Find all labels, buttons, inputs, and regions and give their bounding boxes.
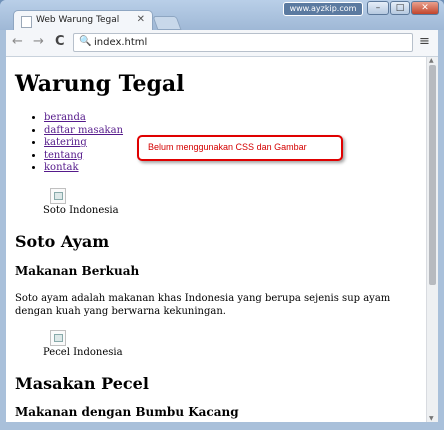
image-caption-pecel: Pecel Indonesia — [43, 347, 123, 358]
scrollbar-thumb[interactable] — [429, 65, 436, 285]
browser-window: Web Warung Tegal ✕ www.ayzkip.com – □ ✕ … — [0, 0, 444, 430]
new-tab-button[interactable] — [152, 16, 182, 30]
title-bar: Web Warung Tegal ✕ www.ayzkip.com – □ ✕ — [0, 0, 444, 30]
annotation-callout: Belum menggunakan CSS dan Gambar — [137, 135, 343, 161]
section-subheading-pecel: Makanan dengan Bumbu Kacang — [15, 405, 239, 419]
vertical-scrollbar[interactable]: ▲ ▼ — [426, 57, 438, 422]
nav-item-kontak: kontak — [44, 162, 123, 175]
scroll-down-icon[interactable]: ▼ — [429, 415, 434, 422]
address-url[interactable]: index.html — [94, 37, 147, 48]
page-favicon-icon — [21, 16, 32, 28]
image-caption-soto: Soto Indonesia — [43, 205, 119, 216]
nav-link-kontak[interactable]: kontak — [44, 162, 79, 173]
search-icon: 🔍 — [79, 36, 92, 47]
nav-item-beranda: beranda — [44, 112, 123, 125]
section-description-soto: Soto ayam adalah makanan khas Indonesia … — [15, 293, 391, 317]
tab-title: Web Warung Tegal — [36, 15, 120, 25]
broken-image-icon — [50, 330, 66, 346]
reload-icon[interactable]: C — [55, 34, 65, 49]
nav-link-beranda[interactable]: beranda — [44, 112, 86, 123]
scroll-up-icon[interactable]: ▲ — [429, 57, 434, 64]
tab-close-icon[interactable]: ✕ — [137, 14, 145, 25]
maximize-button[interactable]: □ — [390, 1, 410, 15]
broken-image-icon — [50, 188, 66, 204]
forward-arrow-icon[interactable]: → — [33, 34, 44, 49]
browser-tab[interactable]: Web Warung Tegal ✕ — [13, 10, 153, 30]
browser-toolbar: ← → C 🔍 index.html ≡ — [6, 30, 438, 57]
section-subheading-soto: Makanan Berkuah — [15, 264, 140, 278]
nav-link-daftar-masakan[interactable]: daftar masakan — [44, 125, 123, 136]
nav-link-katering[interactable]: katering — [44, 137, 87, 148]
watermark-badge: www.ayzkip.com — [283, 2, 363, 16]
nav-list: beranda daftar masakan katering tentang … — [28, 112, 123, 175]
page-viewport: Warung Tegal beranda daftar masakan kate… — [6, 57, 426, 422]
section-heading-pecel: Masakan Pecel — [15, 374, 149, 393]
page-title: Warung Tegal — [15, 71, 185, 97]
back-arrow-icon[interactable]: ← — [12, 34, 23, 49]
address-bar[interactable]: 🔍 index.html — [73, 33, 413, 52]
nav-item-katering: katering — [44, 137, 123, 150]
section-heading-soto: Soto Ayam — [15, 232, 110, 251]
nav-link-tentang[interactable]: tentang — [44, 150, 83, 161]
nav-item-tentang: tentang — [44, 150, 123, 163]
minimize-button[interactable]: – — [367, 1, 389, 15]
nav-item-daftar-masakan: daftar masakan — [44, 125, 123, 138]
close-window-button[interactable]: ✕ — [411, 1, 439, 15]
menu-icon[interactable]: ≡ — [419, 34, 430, 49]
